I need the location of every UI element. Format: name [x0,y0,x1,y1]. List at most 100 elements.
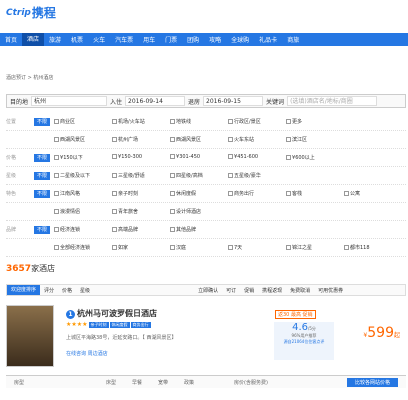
filter-option[interactable]: 青年旅舍 [112,208,167,215]
filter-option[interactable]: 四星级/高档 [170,172,225,179]
filter-option[interactable]: 客栈 [286,190,341,197]
filter-instant[interactable]: 立即确认 [194,287,222,294]
compare-price-button[interactable]: 比较各网站价格 [346,378,398,387]
checkbox-icon[interactable] [112,154,118,159]
filter-option[interactable]: ¥150-300 [112,154,167,161]
checkbox-icon[interactable] [54,209,59,214]
filter-promo[interactable]: 促销 [240,287,258,294]
nav-item[interactable]: 机票 [66,35,88,44]
filter-option[interactable]: ¥150以下 [54,154,109,161]
filter-option[interactable]: ¥301-450 [170,154,225,161]
nav-item[interactable]: 商旅 [282,35,304,44]
checkbox-icon[interactable] [344,245,349,250]
filter-option[interactable]: 都市118 [344,244,399,251]
checkbox-icon[interactable] [170,227,176,232]
checkbox-icon[interactable] [54,119,60,124]
filter-option[interactable]: 商务出行 [228,190,283,197]
filter-cashback[interactable]: 携程返现 [258,287,286,294]
checkbox-icon[interactable] [54,191,60,196]
filter-option[interactable]: 二星级及以下 [54,172,109,179]
hotel-photo[interactable] [6,305,54,367]
checkbox-icon[interactable] [112,191,118,196]
checkbox-icon[interactable] [112,173,118,178]
filter-option[interactable]: 更多 [286,118,341,125]
checkout-input[interactable]: 2016-09-15 [203,96,264,106]
checkbox-icon[interactable] [112,209,117,214]
checkbox-icon[interactable] [170,209,175,214]
filter-free-cancel[interactable]: 免费取消 [286,287,314,294]
filter-option[interactable]: 地铁线 [170,118,225,125]
checkbox-icon[interactable] [286,191,292,196]
hotel-name[interactable]: 1 杭州马可波罗假日酒店 [66,308,157,319]
checkbox-icon[interactable] [54,227,60,232]
filter-option[interactable]: 经济连锁 [54,226,109,233]
dest-input[interactable]: 杭州 [31,96,108,106]
keyword-input[interactable]: (选填)酒店名/地标/商圈 [287,96,378,106]
filter-option[interactable]: 其他品牌 [170,226,225,233]
sort-score[interactable]: 评分 [40,287,58,294]
checkin-input[interactable]: 2016-09-14 [125,96,186,106]
filter-option[interactable]: 7天 [228,244,283,251]
checkbox-icon[interactable] [170,137,175,142]
filter-option[interactable]: 设计师酒店 [170,208,225,215]
checkbox-icon[interactable] [170,119,176,124]
filter-option[interactable]: 杭州广场 [112,136,167,143]
hotel-price[interactable]: ¥599起 [363,325,400,341]
checkbox-icon[interactable] [112,137,117,142]
filter-option[interactable]: 锦江之星 [286,244,341,251]
nav-item[interactable]: 团购 [182,35,204,44]
nav-item[interactable]: 攻略 [204,35,226,44]
filter-option[interactable]: 商业区 [54,118,109,125]
nav-item[interactable]: 汽车票 [110,35,138,44]
nav-item[interactable]: 旅游 [44,35,66,44]
checkbox-icon[interactable] [54,137,59,142]
nav-item[interactable]: 火车 [88,35,110,44]
checkbox-icon[interactable] [170,245,175,250]
checkbox-icon[interactable] [54,173,60,178]
filter-option[interactable]: 浪漫情侣 [54,208,109,215]
checkbox-icon[interactable] [112,227,118,232]
checkbox-icon[interactable] [286,137,291,142]
sort-star[interactable]: 星级 [76,287,94,294]
nav-item[interactable]: 首页 [0,35,22,44]
filter-option[interactable]: 西湖风景区 [54,136,109,143]
filter-option[interactable]: 行政区/景区 [228,118,283,125]
checkbox-icon[interactable] [228,119,234,124]
sort-popular[interactable]: 欢迎度排序 [7,285,41,295]
checkbox-icon[interactable] [286,119,292,124]
filter-option[interactable]: 汉庭 [170,244,225,251]
filter-any[interactable]: 不限 [34,117,51,126]
nav-item[interactable]: 礼品卡 [254,35,282,44]
filter-any[interactable]: 不限 [34,153,51,162]
ctrip-logo[interactable]: Ctrip 携程 [6,4,56,21]
filter-option[interactable]: 滨江区 [286,136,341,143]
filter-option[interactable]: 公寓 [344,190,399,197]
checkbox-icon[interactable] [170,154,176,159]
filter-option[interactable]: 高端品牌 [112,226,167,233]
filter-any[interactable]: 不限 [34,171,51,180]
sort-price[interactable]: 价格 [58,287,76,294]
filter-option[interactable]: 三星级/舒适 [112,172,167,179]
filter-option[interactable]: 机场/火车站 [112,118,167,125]
filter-option[interactable]: ¥451-600 [228,154,283,161]
checkbox-icon[interactable] [54,155,60,160]
checkbox-icon[interactable] [54,245,59,250]
filter-any[interactable]: 不限 [34,189,51,198]
filter-option[interactable]: 亲子时刻 [112,190,167,197]
checkbox-icon[interactable] [228,137,233,142]
checkbox-icon[interactable] [112,119,118,124]
filter-coupon[interactable]: 可用优惠券 [314,287,347,294]
checkbox-icon[interactable] [228,191,234,196]
checkbox-icon[interactable] [286,155,292,160]
filter-option[interactable]: 全部经济连锁 [54,244,109,251]
checkbox-icon[interactable] [170,173,176,178]
breadcrumb[interactable]: 酒店预订 > 杭州酒店 [6,74,53,81]
nav-item[interactable]: 用车 [138,35,160,44]
checkbox-icon[interactable] [344,191,350,196]
filter-available[interactable]: 可订 [222,287,240,294]
checkbox-icon[interactable] [228,154,234,159]
filter-option[interactable]: 五星级/豪华 [228,172,283,179]
checkbox-icon[interactable] [228,173,234,178]
nav-item[interactable]: 全球购 [226,35,254,44]
nav-item[interactable]: 门票 [160,35,182,44]
